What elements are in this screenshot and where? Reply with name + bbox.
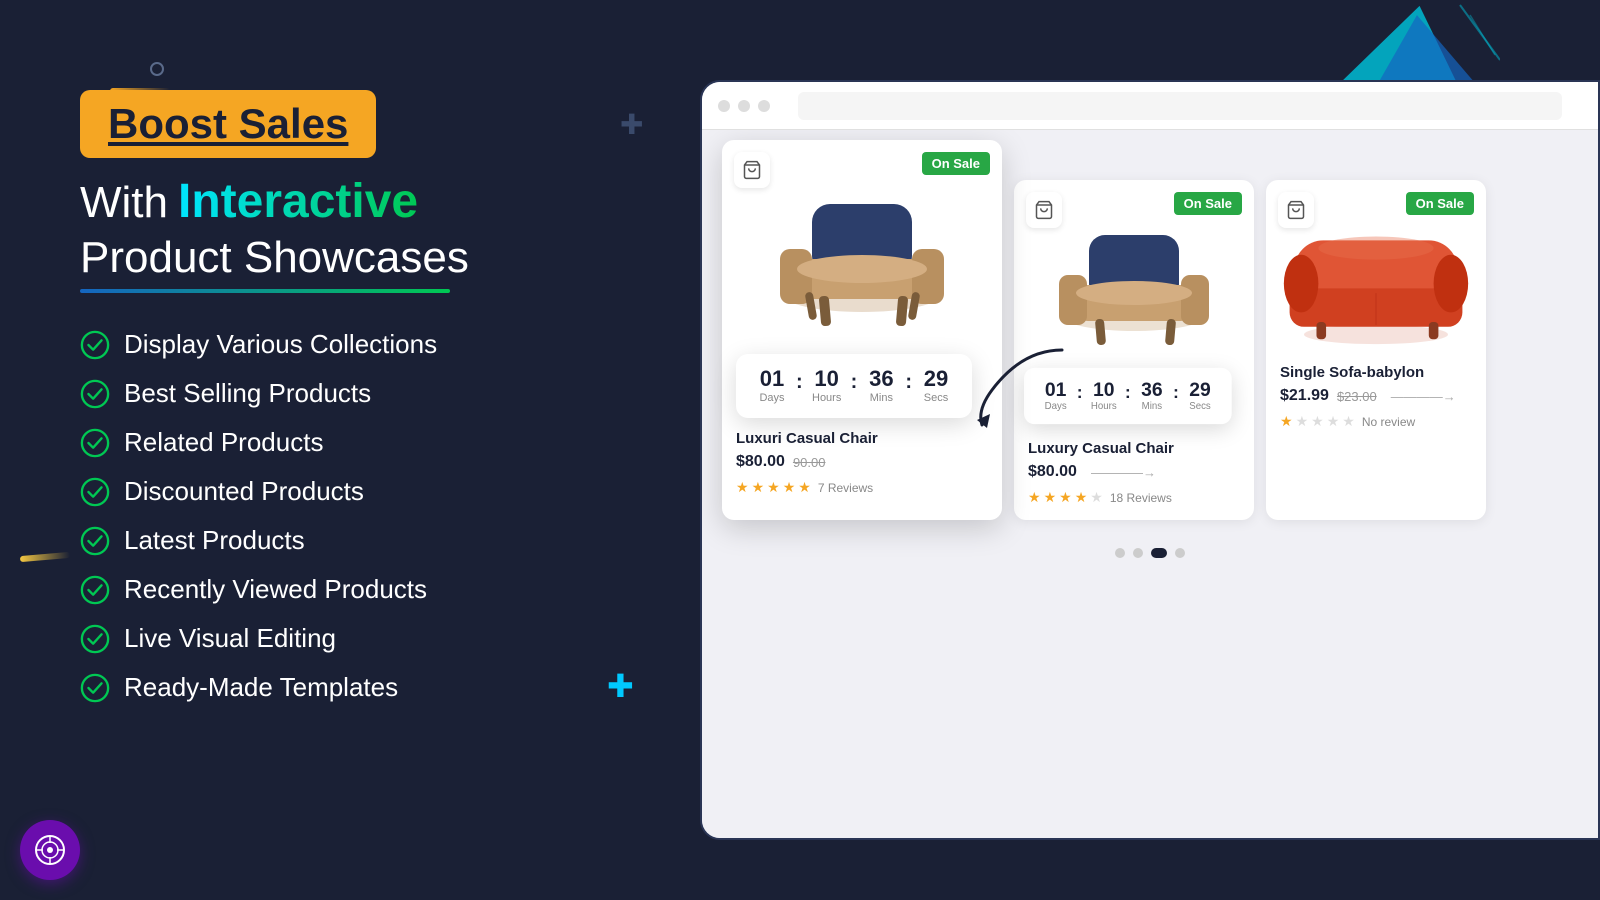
product-card-front: On Sale — [722, 140, 1002, 520]
feature-item-recently-viewed: Recently Viewed Products — [80, 574, 670, 605]
dot-4[interactable] — [1175, 548, 1185, 558]
browser-dot-1 — [718, 100, 730, 112]
product-prices-front: $80.00 90.00 — [736, 453, 988, 471]
price-current-front: $80.00 — [736, 453, 785, 471]
on-sale-badge-front: On Sale — [922, 152, 990, 175]
dot-1[interactable] — [1115, 548, 1125, 558]
bg-lines2-decoration — [20, 552, 70, 562]
headline-underline — [80, 289, 450, 293]
headline-product: Product Showcases — [80, 233, 670, 283]
browser-window: On Sale — [700, 80, 1600, 840]
check-icon-display — [80, 330, 110, 360]
cart-button-front[interactable] — [734, 152, 770, 188]
cart-button-middle[interactable] — [1026, 192, 1062, 228]
product-image-front — [736, 154, 988, 344]
product-name-middle: Luxury Casual Chair — [1028, 440, 1240, 457]
chair-svg-front — [752, 164, 972, 334]
sep1: : — [796, 371, 803, 394]
curved-arrow — [962, 340, 1082, 430]
countdown-mins-front: 36 Mins — [863, 368, 899, 404]
feature-item-discounted: Discounted Products — [80, 476, 670, 507]
browser-dot-3 — [758, 100, 770, 112]
feature-text-discounted: Discounted Products — [124, 476, 364, 507]
with-text: With — [80, 178, 168, 228]
check-icon-live-editing — [80, 624, 110, 654]
price-old-front: 90.00 — [793, 455, 826, 470]
cart-icon-right — [1286, 200, 1306, 220]
product-prices-middle: $80.00 ————→ — [1028, 463, 1240, 481]
feature-item-latest: Latest Products — [80, 525, 670, 556]
product-card-right: On Sale — [1266, 180, 1486, 520]
feature-text-display: Display Various Collections — [124, 329, 437, 360]
feature-text-ready-templates: Ready-Made Templates — [124, 672, 398, 703]
feature-item-ready-templates: Ready-Made Templates — [80, 672, 670, 703]
check-icon-latest — [80, 526, 110, 556]
countdown-hours-front: 10 Hours — [809, 368, 845, 404]
price-current-right: $21.99 — [1280, 387, 1329, 405]
interactive-text: Interactive — [178, 174, 418, 229]
cart-icon-front — [742, 160, 762, 180]
price-current-middle: $80.00 — [1028, 463, 1077, 481]
stars-right: ★ ★ ★ ★ ★ No review — [1280, 413, 1472, 430]
browser-content: On Sale — [702, 130, 1598, 838]
bg-circle-decoration — [150, 62, 164, 76]
arrow-right: ————→ — [1391, 389, 1456, 404]
reviews-count-front: 7 Reviews — [818, 481, 873, 495]
cart-icon-middle — [1034, 200, 1054, 220]
feature-text-related: Related Products — [124, 427, 323, 458]
browser-url-bar — [798, 92, 1562, 120]
browser-top-bar — [702, 82, 1598, 130]
feature-text-live-editing: Live Visual Editing — [124, 623, 336, 654]
feature-text-latest: Latest Products — [124, 525, 305, 556]
dot-3-active[interactable] — [1151, 548, 1167, 558]
chair-svg-middle — [1034, 197, 1234, 352]
logo-circle — [20, 820, 80, 880]
product-prices-right: $21.99 $23.00 ————→ — [1280, 387, 1472, 405]
on-sale-badge-middle: On Sale — [1174, 192, 1242, 215]
product-name-front: Luxuri Casual Chair — [736, 430, 988, 447]
boost-badge-text: Boost Sales — [108, 100, 348, 147]
countdown-days-front: 01 Days — [754, 368, 790, 404]
feature-text-best-selling: Best Selling Products — [124, 378, 371, 409]
countdown-secs-front: 29 Secs — [918, 368, 954, 404]
reviews-count-right: No review — [1362, 415, 1415, 429]
browser-dot-2 — [738, 100, 750, 112]
feature-item-related: Related Products — [80, 427, 670, 458]
on-sale-badge-right: On Sale — [1406, 192, 1474, 215]
feature-text-recently-viewed: Recently Viewed Products — [124, 574, 427, 605]
feature-item-best-selling: Best Selling Products — [80, 378, 670, 409]
product-name-right: Single Sofa-babylon — [1280, 364, 1472, 381]
feature-item-display-collections: Display Various Collections — [80, 329, 670, 360]
price-old-right: $23.00 — [1337, 389, 1377, 404]
sep3: : — [905, 371, 912, 394]
sep2: : — [851, 371, 858, 394]
right-panel: On Sale — [700, 80, 1600, 840]
feature-item-live-editing: Live Visual Editing — [80, 623, 670, 654]
countdown-timer-front: 01 Days : 10 Hours : 36 Mins — [736, 354, 972, 418]
stars-front: ★ ★ ★ ★ ★ 7 Reviews — [736, 479, 988, 496]
arrow-middle: ————→ — [1091, 465, 1156, 480]
check-icon-best-selling — [80, 379, 110, 409]
boost-badge: Boost Sales — [80, 90, 376, 158]
headline-row1: With Interactive — [80, 174, 670, 229]
pagination-dots — [722, 548, 1578, 558]
product-cards-container: On Sale — [722, 150, 1578, 530]
left-panel: Boost Sales With Interactive Product Sho… — [80, 90, 670, 703]
dot-2[interactable] — [1133, 548, 1143, 558]
check-icon-discounted — [80, 477, 110, 507]
check-icon-related — [80, 428, 110, 458]
check-icon-ready-templates — [80, 673, 110, 703]
feature-list: Display Various Collections Best Selling… — [80, 329, 670, 703]
check-icon-recently-viewed — [80, 575, 110, 605]
reviews-count-middle: 18 Reviews — [1110, 491, 1172, 505]
cart-button-right[interactable] — [1278, 192, 1314, 228]
logo-icon — [31, 831, 69, 869]
stars-middle: ★ ★ ★ ★ ★ 18 Reviews — [1028, 489, 1240, 506]
